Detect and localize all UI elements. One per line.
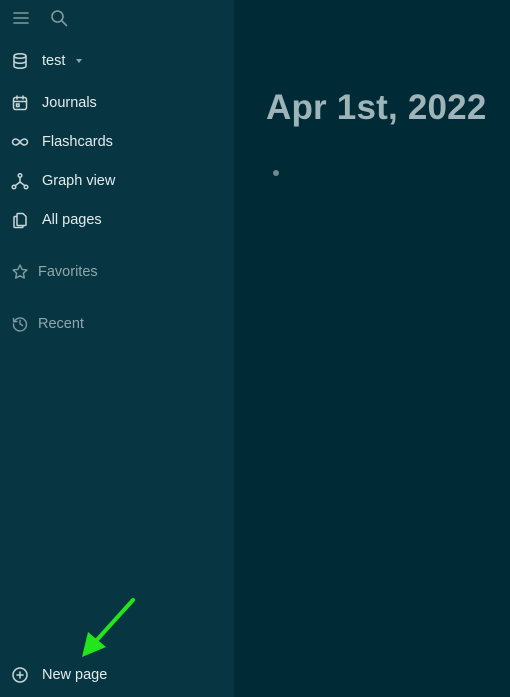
search-icon[interactable] — [50, 9, 68, 27]
graph-selector[interactable]: test — [0, 46, 234, 76]
sidebar-item-label: Flashcards — [42, 134, 113, 150]
star-icon — [11, 263, 29, 281]
block-bullet[interactable] — [273, 170, 279, 176]
graph-name: test — [42, 53, 66, 69]
graph-icon — [11, 172, 29, 190]
left-sidebar: test Journals Flashcards Graph view All … — [0, 0, 234, 697]
new-page-label: New page — [42, 667, 108, 683]
infinity-icon — [11, 133, 29, 151]
favorites-label: Favorites — [38, 264, 98, 280]
database-icon — [11, 52, 29, 70]
pages-icon — [11, 211, 29, 229]
recent-label: Recent — [38, 316, 84, 332]
sidebar-item-all-pages[interactable]: All pages — [0, 205, 234, 235]
sidebar-item-journals[interactable]: Journals — [0, 88, 234, 118]
calendar-icon — [11, 94, 29, 112]
sidebar-item-graph-view[interactable]: Graph view — [0, 166, 234, 196]
sidebar-item-label: All pages — [42, 212, 102, 228]
plus-circle-icon — [11, 666, 29, 684]
sidebar-item-flashcards[interactable]: Flashcards — [0, 127, 234, 157]
menu-toggle-icon[interactable] — [12, 9, 30, 27]
sidebar-item-label: Graph view — [42, 173, 116, 189]
recent-section[interactable]: Recent — [0, 309, 234, 339]
history-icon — [11, 315, 29, 333]
page-title[interactable]: Apr 1st, 2022 — [266, 88, 487, 128]
main-content: Apr 1st, 2022 — [234, 0, 510, 697]
favorites-section[interactable]: Favorites — [0, 257, 234, 287]
sidebar-item-label: Journals — [42, 95, 97, 111]
chevron-down-icon — [76, 59, 82, 63]
annotation-arrow-icon — [78, 596, 138, 660]
new-page-button[interactable]: New page — [0, 660, 234, 690]
